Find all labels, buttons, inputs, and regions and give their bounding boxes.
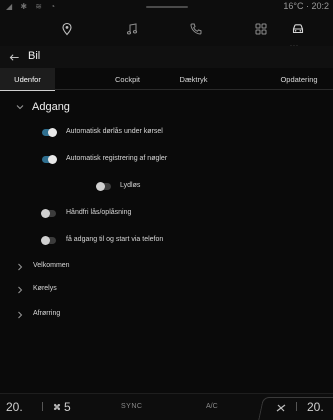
setting-label: Automatisk dørlås under kørsel — [66, 128, 163, 135]
setting-row: Lydløs — [0, 176, 333, 196]
divider — [296, 402, 297, 411]
phone-icon — [190, 23, 202, 35]
section-label: Velkommen — [33, 262, 70, 269]
setting-row: Håndfri lås/oplåsning — [0, 203, 333, 223]
fan-level: 5 — [64, 400, 71, 414]
sync-button[interactable]: SYNC — [121, 403, 142, 410]
grid-icon — [255, 23, 267, 35]
nav-media-button[interactable] — [117, 18, 147, 40]
section-adgang-header[interactable]: Adgang — [0, 95, 333, 119]
page-title: Bil — [28, 50, 41, 62]
location-pin-icon — [62, 22, 72, 36]
nav-phone-button[interactable] — [181, 18, 211, 40]
fan-control[interactable]: 5 — [52, 400, 71, 414]
setting-row: Automatisk dørlås under kørsel — [0, 122, 333, 142]
section-velkommen[interactable]: Velkommen — [0, 257, 333, 277]
ac-button[interactable]: A/C — [206, 403, 218, 410]
toggle-phone-access[interactable] — [41, 236, 56, 245]
setting-row: Automatisk registrering af nøgler — [0, 149, 333, 169]
nav-navigation-button[interactable] — [52, 18, 82, 40]
toggle-handsfree-lock[interactable] — [41, 209, 56, 218]
section-label: Afrørring — [33, 310, 61, 317]
toggle-key-detection[interactable] — [42, 155, 57, 164]
page-header: Bil — [0, 46, 333, 68]
drag-handle[interactable] — [146, 6, 188, 8]
driver-temperature[interactable]: 20. — [6, 400, 23, 414]
chevron-right-icon — [18, 286, 23, 294]
section-korelys[interactable]: Kørelys — [0, 280, 333, 300]
back-button[interactable] — [6, 49, 22, 65]
setting-label: Lydløs — [120, 182, 141, 189]
nav-car-button[interactable] — [283, 18, 313, 40]
status-bar: ◢ ✱ ≋ ◔ 16°C · 20:2 — [0, 0, 333, 14]
section-label: Kørelys — [33, 285, 57, 292]
status-temperature: 16°C · 20:2 — [283, 1, 329, 11]
setting-label: Automatisk registrering af nøgler — [66, 155, 168, 162]
tab-daektryk[interactable]: Dæktryk — [166, 68, 221, 90]
climate-bar: 20. 5 SYNC A/C 20. — [0, 393, 333, 420]
setting-label: få adgang til og start via telefon — [66, 236, 164, 243]
passenger-temperature[interactable]: 20. — [307, 400, 324, 414]
music-note-icon — [126, 23, 138, 35]
top-navigation: ··· — [0, 14, 333, 49]
tab-bar: Udenfor Cockpit Dæktryk Opdatering — [0, 68, 333, 91]
setting-row: få adgang til og start via telefon — [0, 230, 333, 250]
section-aftorring[interactable]: Afrørring — [0, 305, 333, 325]
chevron-right-icon — [18, 311, 23, 319]
arrow-left-icon — [9, 53, 19, 61]
fan-icon — [53, 403, 61, 411]
toggle-auto-lock[interactable] — [42, 128, 57, 137]
status-icons: ◢ ✱ ≋ ◔ — [6, 2, 59, 11]
tab-opdatering[interactable]: Opdatering — [268, 68, 330, 90]
section-title: Adgang — [32, 101, 70, 113]
rear-defrost-icon[interactable] — [275, 402, 287, 414]
setting-label: Håndfri lås/oplåsning — [66, 209, 132, 216]
toggle-silent[interactable] — [96, 182, 111, 191]
tab-cockpit[interactable]: Cockpit — [100, 68, 155, 90]
car-icon — [292, 24, 304, 34]
tab-udenfor[interactable]: Udenfor — [0, 68, 55, 91]
divider — [42, 402, 43, 411]
settings-content: Adgang Automatisk dørlås under kørsel Au… — [0, 91, 333, 391]
chevron-down-icon — [16, 105, 24, 110]
chevron-right-icon — [18, 263, 23, 271]
nav-apps-button[interactable] — [246, 18, 276, 40]
